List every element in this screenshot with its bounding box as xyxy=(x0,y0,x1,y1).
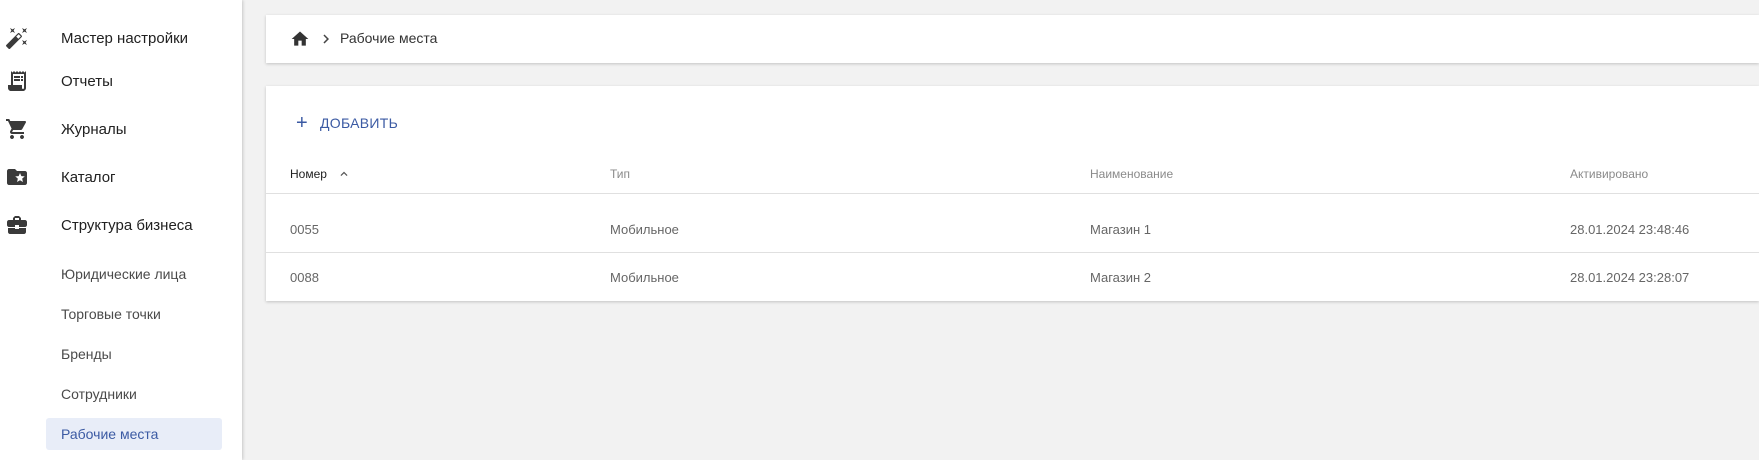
breadcrumb-current: Рабочие места xyxy=(340,30,438,46)
cell-number: 0088 xyxy=(290,269,319,285)
chevron-right-icon xyxy=(317,30,335,48)
table-row[interactable]: 0055 Мобильное Магазин 1 28.01.2024 23:4… xyxy=(266,205,1759,253)
column-header-label: Тип xyxy=(610,167,631,181)
sidebar-item-label: Структура бизнеса xyxy=(61,216,193,234)
breadcrumb: Рабочие места xyxy=(266,15,1759,63)
sidebar-subitem-label: Бренды xyxy=(61,346,112,362)
sidebar-subitem-sales-points[interactable]: Торговые точки xyxy=(46,298,222,330)
sort-ascending-icon xyxy=(337,167,351,181)
sidebar-item-reports[interactable]: Отчеты xyxy=(0,61,242,101)
workplaces-panel: + ДОБАВИТЬ Номер Тип Наименование Активи… xyxy=(266,86,1759,301)
column-header-number[interactable]: Номер xyxy=(290,154,351,194)
cell-type: Мобильное xyxy=(610,221,679,237)
sidebar-item-journals[interactable]: Журналы xyxy=(0,109,242,149)
app: Мастер настройки Отчеты Журналы Каталог … xyxy=(0,0,1759,460)
table-row[interactable]: 0088 Мобильное Магазин 2 28.01.2024 23:2… xyxy=(266,253,1759,301)
sidebar-subitem-legal-entities[interactable]: Юридические лица xyxy=(46,258,222,290)
sidebar-item-label: Журналы xyxy=(61,120,127,138)
home-icon[interactable] xyxy=(290,29,310,49)
column-header-type[interactable]: Тип xyxy=(610,154,630,194)
sidebar-subitem-label: Сотрудники xyxy=(61,386,137,402)
folder-star-icon xyxy=(5,165,29,189)
cell-number: 0055 xyxy=(290,221,319,237)
receipt-icon xyxy=(5,69,29,93)
sidebar-subitem-label: Рабочие места xyxy=(61,426,159,442)
cart-icon xyxy=(5,117,29,141)
sidebar-item-setup-wizard[interactable]: Мастер настройки xyxy=(0,18,242,58)
cell-name: Магазин 2 xyxy=(1090,269,1151,285)
sidebar-subitem-workplaces[interactable]: Рабочие места xyxy=(46,418,222,450)
add-button[interactable]: + ДОБАВИТЬ xyxy=(296,108,398,138)
sidebar-item-label: Каталог xyxy=(61,168,116,186)
sidebar-item-catalog[interactable]: Каталог xyxy=(0,157,242,197)
briefcase-icon xyxy=(5,213,29,237)
column-header-label: Номер xyxy=(290,167,327,181)
column-header-label: Наименование xyxy=(1090,167,1174,181)
sidebar-item-business-structure[interactable]: Структура бизнеса xyxy=(0,205,242,245)
sidebar-item-label: Мастер настройки xyxy=(61,29,189,47)
plus-icon: + xyxy=(296,112,308,134)
table-header: Номер Тип Наименование Активировано xyxy=(266,154,1759,194)
magic-wand-icon xyxy=(5,26,29,50)
cell-activated: 28.01.2024 23:28:07 xyxy=(1570,269,1690,285)
cell-activated: 28.01.2024 23:48:46 xyxy=(1570,221,1690,237)
sidebar-subitem-label: Юридические лица xyxy=(61,266,187,282)
sidebar-subitem-brands[interactable]: Бренды xyxy=(46,338,222,370)
column-header-activated[interactable]: Активировано xyxy=(1570,154,1648,194)
cell-type: Мобильное xyxy=(610,269,679,285)
cell-name: Магазин 1 xyxy=(1090,221,1151,237)
column-header-name[interactable]: Наименование xyxy=(1090,154,1173,194)
sidebar: Мастер настройки Отчеты Журналы Каталог … xyxy=(0,0,242,460)
column-header-label: Активировано xyxy=(1570,167,1649,181)
sidebar-subitem-label: Торговые точки xyxy=(61,306,161,322)
sidebar-subitem-employees[interactable]: Сотрудники xyxy=(46,378,222,410)
sidebar-item-label: Отчеты xyxy=(61,72,113,90)
add-button-label: ДОБАВИТЬ xyxy=(319,115,399,131)
